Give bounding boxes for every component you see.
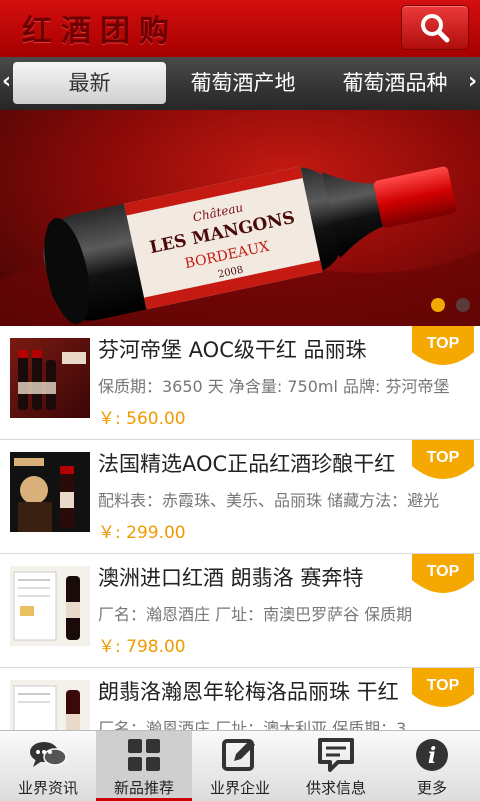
banner-carousel[interactable]: Château LES MANGONS BORDEAUX 2008 [0,110,480,326]
top-badge: TOP [412,440,474,479]
nav-industry-news[interactable]: 业界资讯 [0,731,96,801]
product-description: 配料表：赤霞珠、美乐、品丽珠 储藏方法：避光 [98,491,440,510]
search-button[interactable] [401,5,469,50]
svg-text:i: i [428,743,436,769]
product-thumbnail [10,338,90,418]
edit-icon [222,739,255,771]
tabs-left-arrow[interactable]: ‹ [2,69,11,94]
top-badge: TOP [412,668,474,707]
app-title: 红酒团购 [22,14,178,49]
product-price: ￥: 299.00 [98,523,186,543]
chat-bubbles-icon [30,742,67,767]
svg-text:TOP: TOP [427,563,460,580]
app-header: 红酒团购 [0,0,480,57]
product-price: ￥: 798.00 [98,637,186,657]
product-title: 法国精选AOC正品红酒珍酿干红 [98,452,396,476]
info-icon: i [416,739,448,771]
product-item[interactable]: 法国精选AOC正品红酒珍酿干红 配料表：赤霞珠、美乐、品丽珠 储藏方法：避光 ￥… [0,440,480,554]
nav-label: 新品推荐 [113,779,174,797]
search-icon [421,14,450,43]
tab-latest[interactable]: 最新 [13,62,166,104]
carousel-dot-active[interactable] [431,298,445,312]
product-thumbnail [10,566,90,646]
nav-supply-demand[interactable]: 供求信息 [288,731,384,801]
product-price: ￥: 560.00 [98,409,186,429]
product-description: 厂名：瀚恩酒庄 厂址：南澳巴罗萨谷 保质期 [98,605,413,624]
top-badge: TOP [412,554,474,593]
tabs-right-arrow[interactable]: › [468,69,477,94]
wine-bottle-image: Château LES MANGONS BORDEAUX 2008 [0,166,480,326]
nav-companies[interactable]: 业界企业 [192,731,288,801]
category-tabs: ‹ 最新 葡萄酒产地 葡萄酒品种 › [0,57,480,110]
nav-more[interactable]: i 更多 [384,731,480,801]
nav-label: 更多 [416,779,447,797]
carousel-dot[interactable] [456,298,470,312]
nav-label: 业界资讯 [17,779,78,797]
svg-text:TOP: TOP [427,677,460,694]
product-title: 芬河帝堡 AOC级干红 品丽珠 [98,338,367,362]
product-item[interactable]: 澳洲进口红酒 朗翡洛 赛奔特 厂名：瀚恩酒庄 厂址：南澳巴罗萨谷 保质期 ￥: … [0,554,480,668]
tab-grape-variety[interactable]: 葡萄酒品种 [322,62,468,104]
grid-icon [128,739,160,771]
product-title: 澳洲进口红酒 朗翡洛 赛奔特 [98,566,364,590]
svg-text:TOP: TOP [427,449,460,466]
product-title: 朗翡洛瀚恩年轮梅洛品丽珠 干红 [98,680,399,704]
product-description: 保质期：3650 天 净含量: 750ml 品牌: 芬河帝堡 [98,377,450,396]
bottom-navigation: 业界资讯 新品推荐 业界企业 供求信息 i 更多 [0,730,480,801]
tab-wine-origin[interactable]: 葡萄酒产地 [170,62,316,104]
svg-text:TOP: TOP [427,335,460,352]
nav-label: 供求信息 [305,779,366,797]
message-icon [318,738,354,772]
product-item[interactable]: 芬河帝堡 AOC级干红 品丽珠 保质期：3650 天 净含量: 750ml 品牌… [0,326,480,440]
nav-new-products[interactable]: 新品推荐 [96,731,192,801]
top-badge: TOP [412,326,474,365]
nav-label: 业界企业 [209,779,270,797]
product-thumbnail [10,452,90,532]
